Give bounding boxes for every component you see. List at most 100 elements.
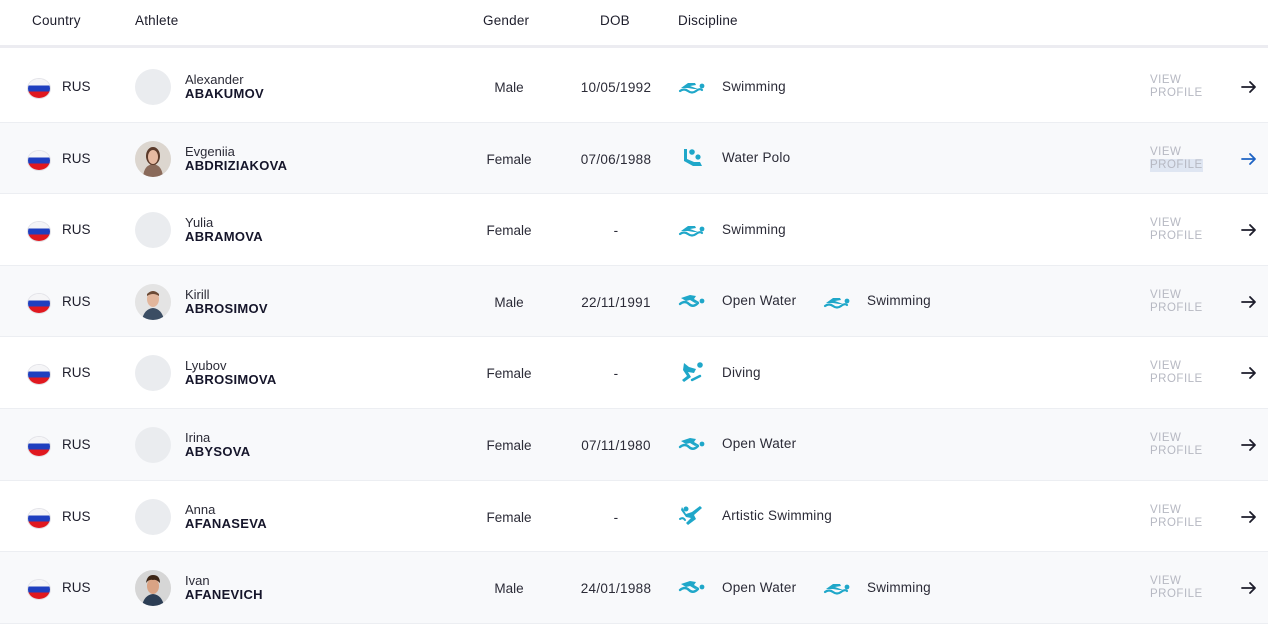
russia-flag-icon bbox=[28, 580, 50, 600]
russia-flag-icon bbox=[28, 293, 50, 313]
athlete-dob: 07/11/1980 bbox=[581, 437, 651, 453]
athlete-first-name: Lyubov bbox=[185, 358, 227, 374]
russia-flag-icon bbox=[28, 79, 50, 98]
athlete-gender: Female bbox=[486, 223, 532, 239]
column-header-athlete[interactable]: Athlete bbox=[135, 13, 178, 28]
athlete-list: RUS Alexander ABAKUMOV Male 10/05/1992 S… bbox=[0, 51, 1268, 624]
column-header-discipline[interactable]: Discipline bbox=[678, 13, 738, 28]
russia-flag-icon bbox=[28, 508, 50, 528]
column-header-gender[interactable]: Gender bbox=[483, 13, 529, 28]
view-profile-line1: VIEW bbox=[1150, 431, 1182, 444]
country-code: RUS bbox=[62, 79, 91, 94]
athlete-photo bbox=[135, 283, 171, 320]
open-water-icon bbox=[678, 433, 706, 455]
discipline-item: Open Water bbox=[678, 576, 796, 598]
athlete-dob: 07/06/1988 bbox=[580, 151, 652, 167]
artistic-swimming-icon bbox=[678, 505, 706, 527]
table-row[interactable]: RUS Kirill ABROSIMOV Male 22/11/1991 Ope… bbox=[0, 265, 1268, 338]
arrow-right-icon[interactable] bbox=[1240, 78, 1258, 96]
view-profile-link[interactable]: VIEW PROFILE bbox=[1150, 504, 1203, 530]
view-profile-link[interactable]: VIEW PROFILE bbox=[1150, 289, 1203, 315]
athlete-gender: Female bbox=[486, 366, 532, 382]
view-profile-link[interactable]: VIEW PROFILE bbox=[1150, 360, 1203, 386]
table-row[interactable]: RUS Yulia ABRAMOVA Female - Swimming VIE… bbox=[0, 194, 1268, 266]
athlete-last-name: AFANASEVA bbox=[185, 515, 267, 531]
discipline-item: Artistic Swimming bbox=[678, 505, 832, 527]
column-header-dob[interactable]: DOB bbox=[600, 13, 630, 28]
discipline-label: Open Water bbox=[722, 436, 797, 452]
athlete-last-name: AFANEVICH bbox=[185, 587, 263, 603]
table-row[interactable]: RUS Lyubov ABROSIMOVA Female - Diving VI… bbox=[0, 337, 1268, 409]
avatar-placeholder bbox=[135, 426, 171, 463]
athlete-dob: 22/11/1991 bbox=[581, 294, 651, 310]
table-row[interactable]: RUS Evgeniia ABDRIZIAKOVA Female 07/06/1… bbox=[0, 122, 1268, 195]
athlete-name[interactable]: Evgeniia ABDRIZIAKOVA bbox=[185, 144, 288, 173]
arrow-right-icon[interactable] bbox=[1240, 293, 1258, 311]
view-profile-line1: VIEW bbox=[1150, 575, 1182, 588]
russia-flag-icon bbox=[28, 436, 50, 456]
discipline-label: Swimming bbox=[722, 221, 786, 237]
country-code: RUS bbox=[62, 293, 91, 309]
athlete-gender: Male bbox=[494, 80, 524, 95]
athlete-name[interactable]: Ivan AFANEVICH bbox=[185, 574, 263, 602]
country-code: RUS bbox=[62, 580, 91, 596]
table-row[interactable]: RUS Ivan AFANEVICH Male 24/01/1988 Open … bbox=[0, 552, 1268, 624]
view-profile-line2: PROFILE bbox=[1150, 444, 1203, 457]
athlete-last-name: ABRAMOVA bbox=[185, 229, 263, 245]
arrow-right-icon[interactable] bbox=[1240, 221, 1258, 239]
athlete-gender: Female bbox=[486, 509, 532, 525]
view-profile-link[interactable]: VIEW PROFILE bbox=[1150, 217, 1203, 243]
athlete-name[interactable]: Alexander ABAKUMOV bbox=[185, 73, 264, 101]
arrow-right-icon[interactable] bbox=[1240, 508, 1258, 526]
athlete-last-name: ABROSIMOV bbox=[185, 300, 268, 316]
view-profile-line1: VIEW bbox=[1150, 74, 1182, 86]
discipline-label: Artistic Swimming bbox=[722, 508, 832, 524]
view-profile-link[interactable]: VIEW PROFILE bbox=[1150, 74, 1203, 100]
column-header-country[interactable]: Country bbox=[32, 13, 81, 28]
view-profile-link[interactable]: VIEW PROFILE bbox=[1150, 575, 1203, 601]
russia-flag-icon bbox=[28, 150, 50, 170]
athlete-first-name: Ivan bbox=[185, 573, 210, 589]
table-row[interactable]: RUS Alexander ABAKUMOV Male 10/05/1992 S… bbox=[0, 51, 1268, 123]
view-profile-line1: VIEW bbox=[1150, 360, 1182, 373]
view-profile-link[interactable]: VIEW PROFILE bbox=[1150, 146, 1203, 172]
athlete-first-name: Anna bbox=[185, 501, 216, 517]
view-profile-line1: VIEW bbox=[1150, 288, 1182, 301]
country-code: RUS bbox=[62, 365, 91, 381]
discipline-item: Swimming bbox=[823, 290, 931, 312]
arrow-right-icon[interactable] bbox=[1240, 364, 1258, 382]
athlete-dob: - bbox=[613, 366, 619, 382]
table-row[interactable]: RUS Irina ABYSOVA Female 07/11/1980 Open… bbox=[0, 408, 1268, 481]
athlete-gender: Female bbox=[486, 437, 532, 453]
discipline-label: Diving bbox=[722, 364, 761, 380]
arrow-right-icon[interactable] bbox=[1240, 150, 1258, 168]
view-profile-line2: PROFILE bbox=[1150, 588, 1203, 601]
arrow-right-icon[interactable] bbox=[1240, 436, 1258, 454]
athlete-dob: 24/01/1988 bbox=[580, 581, 652, 597]
avatar-placeholder bbox=[135, 69, 171, 105]
athlete-dob: 10/05/1992 bbox=[580, 80, 652, 95]
avatar-placeholder bbox=[135, 212, 171, 249]
athlete-gender: Female bbox=[486, 151, 532, 167]
view-profile-link[interactable]: VIEW PROFILE bbox=[1150, 432, 1203, 458]
discipline-label: Swimming bbox=[722, 78, 786, 94]
athlete-photo bbox=[135, 570, 171, 607]
table-row[interactable]: RUS Anna AFANASEVA Female - Artistic Swi… bbox=[0, 481, 1268, 553]
athlete-name[interactable]: Kirill ABROSIMOV bbox=[185, 287, 268, 316]
russia-flag-icon bbox=[28, 365, 50, 385]
view-profile-line2: PROFILE bbox=[1150, 373, 1203, 386]
view-profile-line1: VIEW bbox=[1150, 503, 1182, 516]
athlete-name[interactable]: Irina ABYSOVA bbox=[185, 429, 250, 459]
athlete-last-name: ABDRIZIAKOVA bbox=[185, 157, 288, 173]
athlete-name[interactable]: Lyubov ABROSIMOVA bbox=[185, 359, 277, 387]
discipline-label: Water Polo bbox=[722, 150, 791, 166]
country-code: RUS bbox=[62, 508, 91, 524]
athlete-last-name: ABROSIMOVA bbox=[185, 372, 277, 388]
athlete-first-name: Irina bbox=[185, 429, 211, 445]
athlete-gender: Male bbox=[494, 294, 524, 310]
athlete-name[interactable]: Anna AFANASEVA bbox=[185, 501, 267, 531]
athlete-name[interactable]: Yulia ABRAMOVA bbox=[185, 216, 263, 244]
discipline-label: Open Water bbox=[722, 579, 797, 595]
arrow-right-icon[interactable] bbox=[1240, 579, 1258, 597]
discipline-item: Swimming bbox=[678, 218, 786, 240]
